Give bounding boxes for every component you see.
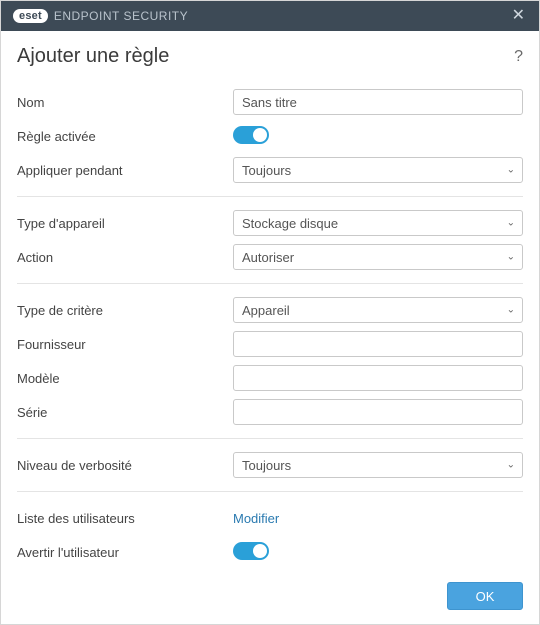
apply-during-display: Toujours bbox=[233, 157, 523, 183]
control-notify-user bbox=[233, 542, 523, 563]
row-serial: Série bbox=[17, 396, 523, 428]
label-apply-during: Appliquer pendant bbox=[17, 163, 233, 178]
modify-users-link[interactable]: Modifier bbox=[233, 511, 279, 526]
control-name bbox=[233, 89, 523, 115]
action-select[interactable]: Autoriser ⌄ bbox=[233, 244, 523, 270]
toggle-knob bbox=[253, 128, 267, 142]
label-name: Nom bbox=[17, 95, 233, 110]
brand-badge: eset bbox=[13, 9, 48, 23]
row-name: Nom bbox=[17, 86, 523, 118]
dialog-window: eset ENDPOINT SECURITY ✕ Ajouter une règ… bbox=[0, 0, 540, 625]
row-vendor: Fournisseur bbox=[17, 328, 523, 360]
control-rule-enabled bbox=[233, 126, 523, 147]
row-apply-during: Appliquer pendant Toujours ⌄ bbox=[17, 154, 523, 186]
brand: eset ENDPOINT SECURITY bbox=[13, 9, 188, 23]
criteria-type-display: Appareil bbox=[233, 297, 523, 323]
label-notify-user: Avertir l'utilisateur bbox=[17, 545, 233, 560]
control-model bbox=[233, 365, 523, 391]
label-action: Action bbox=[17, 250, 233, 265]
divider bbox=[17, 283, 523, 284]
device-type-select[interactable]: Stockage disque ⌄ bbox=[233, 210, 523, 236]
row-device-type: Type d'appareil Stockage disque ⌄ bbox=[17, 207, 523, 239]
row-criteria-type: Type de critère Appareil ⌄ bbox=[17, 294, 523, 326]
header-row: Ajouter une règle ? bbox=[17, 45, 523, 68]
notify-user-toggle[interactable] bbox=[233, 542, 269, 560]
brand-text: ENDPOINT SECURITY bbox=[54, 9, 188, 23]
close-button[interactable]: ✕ bbox=[508, 4, 529, 28]
help-icon[interactable]: ? bbox=[514, 48, 523, 66]
action-display: Autoriser bbox=[233, 244, 523, 270]
ok-button[interactable]: OK bbox=[447, 582, 523, 610]
page-title: Ajouter une règle bbox=[17, 45, 169, 68]
model-input[interactable] bbox=[233, 365, 523, 391]
verbosity-select[interactable]: Toujours ⌄ bbox=[233, 452, 523, 478]
label-criteria-type: Type de critère bbox=[17, 303, 233, 318]
form: Nom Règle activée Appliquer pendant Touj bbox=[17, 86, 523, 568]
row-model: Modèle bbox=[17, 362, 523, 394]
name-input[interactable] bbox=[233, 89, 523, 115]
label-device-type: Type d'appareil bbox=[17, 216, 233, 231]
apply-during-select[interactable]: Toujours ⌄ bbox=[233, 157, 523, 183]
criteria-type-select[interactable]: Appareil ⌄ bbox=[233, 297, 523, 323]
serial-input[interactable] bbox=[233, 399, 523, 425]
titlebar: eset ENDPOINT SECURITY ✕ bbox=[1, 1, 539, 31]
label-rule-enabled: Règle activée bbox=[17, 129, 233, 144]
vendor-input[interactable] bbox=[233, 331, 523, 357]
close-icon: ✕ bbox=[512, 7, 525, 24]
footer: OK bbox=[1, 572, 539, 624]
label-user-list: Liste des utilisateurs bbox=[17, 511, 233, 526]
content-area: Ajouter une règle ? Nom Règle activée A bbox=[1, 31, 539, 572]
row-user-list: Liste des utilisateurs Modifier bbox=[17, 502, 523, 534]
control-verbosity: Toujours ⌄ bbox=[233, 452, 523, 478]
divider bbox=[17, 438, 523, 439]
control-criteria-type: Appareil ⌄ bbox=[233, 297, 523, 323]
label-model: Modèle bbox=[17, 371, 233, 386]
divider bbox=[17, 196, 523, 197]
control-user-list: Modifier bbox=[233, 511, 523, 526]
label-serial: Série bbox=[17, 405, 233, 420]
control-vendor bbox=[233, 331, 523, 357]
row-action: Action Autoriser ⌄ bbox=[17, 241, 523, 273]
row-verbosity: Niveau de verbosité Toujours ⌄ bbox=[17, 449, 523, 481]
row-rule-enabled: Règle activée bbox=[17, 120, 523, 152]
label-verbosity: Niveau de verbosité bbox=[17, 458, 233, 473]
control-device-type: Stockage disque ⌄ bbox=[233, 210, 523, 236]
divider bbox=[17, 491, 523, 492]
control-serial bbox=[233, 399, 523, 425]
device-type-display: Stockage disque bbox=[233, 210, 523, 236]
verbosity-display: Toujours bbox=[233, 452, 523, 478]
control-action: Autoriser ⌄ bbox=[233, 244, 523, 270]
control-apply-during: Toujours ⌄ bbox=[233, 157, 523, 183]
toggle-knob bbox=[253, 544, 267, 558]
row-notify-user: Avertir l'utilisateur bbox=[17, 536, 523, 568]
label-vendor: Fournisseur bbox=[17, 337, 233, 352]
rule-enabled-toggle[interactable] bbox=[233, 126, 269, 144]
